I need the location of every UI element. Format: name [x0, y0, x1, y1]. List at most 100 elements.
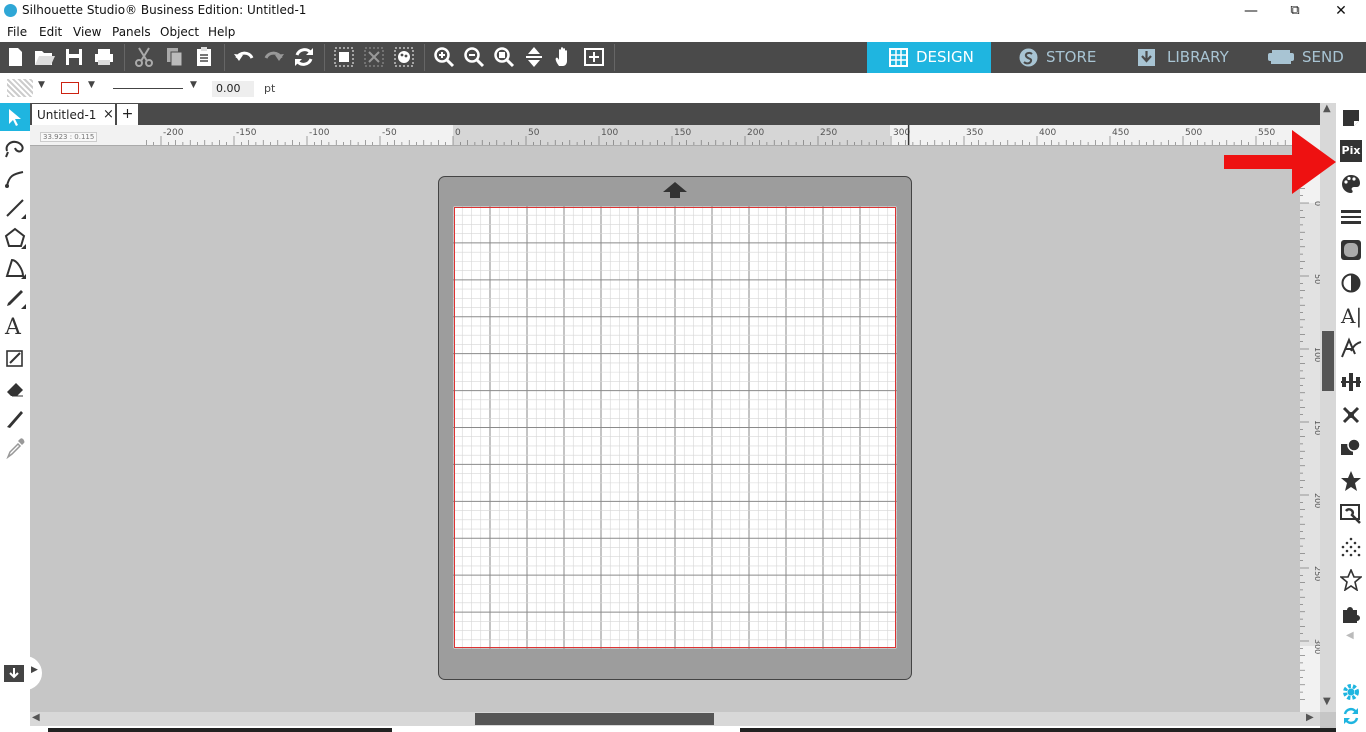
- select-all-icon[interactable]: [333, 46, 355, 68]
- open-folder-icon[interactable]: [33, 46, 55, 68]
- ruler-ticks: -200 -150 -100 -50 0 50 100 150 200 250 300 350 400 4…: [146, 125, 1301, 145]
- design-page-grid[interactable]: [453, 206, 897, 649]
- menu-edit[interactable]: Edit: [39, 25, 62, 39]
- shadow-icon[interactable]: [1340, 272, 1362, 294]
- curve-shape-tool-icon[interactable]: [4, 257, 26, 279]
- taskbar-edge: [48, 728, 392, 732]
- vertical-scroll-thumb[interactable]: [1322, 331, 1334, 391]
- select-tool[interactable]: [0, 103, 30, 131]
- menu-file[interactable]: File: [7, 25, 27, 39]
- library-drawer-tab[interactable]: ▶: [0, 656, 42, 690]
- cut-icon[interactable]: [133, 46, 155, 68]
- maximize-button[interactable]: ⧉: [1272, 0, 1318, 22]
- doc-tab-close-icon[interactable]: ×: [103, 107, 114, 122]
- zoom-in-icon[interactable]: [433, 46, 455, 68]
- settings-gear-icon[interactable]: [1341, 682, 1361, 702]
- align-icon[interactable]: [1340, 371, 1362, 393]
- tab-send[interactable]: SEND: [1243, 42, 1366, 73]
- save-icon[interactable]: [63, 46, 85, 68]
- menu-object[interactable]: Object: [160, 25, 199, 39]
- menu-view[interactable]: View: [73, 25, 101, 39]
- menu-bar: File Edit View Panels Object Help: [0, 22, 1366, 42]
- zoom-out-icon[interactable]: [463, 46, 485, 68]
- trace-icon[interactable]: [1340, 503, 1362, 525]
- print-icon[interactable]: [93, 46, 115, 68]
- puzzle-icon[interactable]: [1340, 602, 1362, 624]
- fill-palette-icon[interactable]: [1340, 173, 1362, 195]
- tab-design[interactable]: DESIGN: [867, 42, 991, 73]
- undo-icon[interactable]: [233, 46, 255, 68]
- tab-store-label: STORE: [1046, 48, 1097, 66]
- redraw-icon[interactable]: [293, 46, 315, 68]
- toolbar-divider: [124, 44, 125, 71]
- knife-tool-icon[interactable]: [4, 407, 26, 429]
- scroll-up-arrow-icon[interactable]: ▲: [1323, 103, 1331, 114]
- scroll-left-arrow-icon[interactable]: ◀: [32, 712, 40, 723]
- line-width-unit: pt: [264, 82, 276, 95]
- silhouette-s-icon: [1019, 48, 1038, 67]
- new-file-icon[interactable]: [4, 46, 26, 68]
- polygon-tool-icon[interactable]: [4, 227, 26, 249]
- minimize-button[interactable]: —: [1228, 0, 1274, 22]
- text-tool-icon[interactable]: A: [5, 315, 21, 340]
- document-tab-bar: Untitled-1 × +: [30, 103, 1336, 125]
- eyedropper-tool-icon[interactable]: [4, 437, 26, 459]
- zoom-to-fit-icon[interactable]: [583, 46, 605, 68]
- line-style-icon[interactable]: [1340, 206, 1362, 228]
- horizontal-scroll-thumb[interactable]: [475, 713, 714, 725]
- scroll-down-arrow-icon[interactable]: ▼: [1323, 696, 1331, 707]
- fit-to-page-icon[interactable]: [523, 46, 545, 68]
- zoom-select-icon[interactable]: [493, 46, 515, 68]
- sync-icon[interactable]: [1341, 706, 1361, 726]
- pan-hand-icon[interactable]: [553, 46, 575, 68]
- line-tool-icon[interactable]: [4, 197, 26, 219]
- copy-icon[interactable]: [163, 46, 185, 68]
- eraser-tool-icon[interactable]: [4, 377, 26, 399]
- drawer-expand-arrow-icon: ▶: [31, 665, 38, 675]
- title-bar: Silhouette Studio® Business Edition: Unt…: [0, 0, 1366, 22]
- doc-tab-untitled[interactable]: Untitled-1 ×: [32, 104, 115, 125]
- ruler-tick-label: 0: [455, 128, 461, 138]
- paste-icon[interactable]: [193, 46, 215, 68]
- tab-library[interactable]: LIBRARY: [1115, 42, 1243, 73]
- menu-panels[interactable]: Panels: [112, 25, 151, 39]
- cursor-coordinates: 33.923 : 0.115: [40, 132, 98, 142]
- bezier-tool-icon[interactable]: [4, 167, 26, 189]
- download-box-icon: [1138, 49, 1155, 66]
- replicate-icon[interactable]: [1340, 404, 1362, 426]
- line-width-input[interactable]: 0.00: [212, 81, 254, 97]
- line-style-dropdown-arrow-icon[interactable]: ▼: [190, 80, 197, 90]
- redo-icon[interactable]: [263, 46, 285, 68]
- rhinestone-icon[interactable]: [1340, 239, 1362, 261]
- horizontal-scrollbar[interactable]: ◀ ▶: [30, 712, 1320, 726]
- toolbar-divider: [224, 44, 225, 71]
- sketch-dots-icon[interactable]: [1340, 536, 1362, 558]
- horizontal-ruler: -200 -150 -100 -50 0 50 100 150 200 250 300 350 400 4…: [30, 125, 1336, 146]
- deselect-icon[interactable]: [363, 46, 385, 68]
- star-outline-icon[interactable]: [1340, 569, 1362, 591]
- menu-help[interactable]: Help: [208, 25, 235, 39]
- select-by-color-icon[interactable]: [393, 46, 415, 68]
- ruler-tick-label: -200: [163, 128, 184, 138]
- text-icon[interactable]: A|: [1341, 304, 1362, 328]
- line-style-preview[interactable]: [113, 88, 183, 89]
- panel-collapse-arrow-icon[interactable]: ◀: [1346, 630, 1354, 641]
- sketch-tool-icon[interactable]: [4, 347, 26, 369]
- ruler-tick-label: 400: [1039, 128, 1056, 138]
- offset-star-icon[interactable]: [1340, 470, 1362, 492]
- ruler-tick-label: 50: [528, 128, 540, 138]
- fill-dropdown-arrow-icon[interactable]: ▼: [38, 80, 45, 90]
- new-tab-button[interactable]: +: [117, 104, 138, 125]
- close-button[interactable]: ✕: [1318, 0, 1364, 22]
- pencil-tool-icon[interactable]: [4, 287, 26, 309]
- point-edit-tool-icon[interactable]: [4, 137, 26, 159]
- line-color-dropdown-arrow-icon[interactable]: ▼: [88, 80, 95, 90]
- scroll-right-arrow-icon[interactable]: ▶: [1306, 712, 1314, 723]
- tab-store[interactable]: STORE: [991, 42, 1115, 73]
- fill-pattern-swatch[interactable]: [7, 79, 33, 97]
- text-path-icon[interactable]: [1340, 337, 1362, 359]
- pixscan-icon[interactable]: Pix: [1340, 140, 1362, 162]
- modify-icon[interactable]: [1340, 437, 1362, 459]
- line-color-swatch[interactable]: [61, 82, 79, 94]
- page-setup-icon[interactable]: [1340, 107, 1362, 129]
